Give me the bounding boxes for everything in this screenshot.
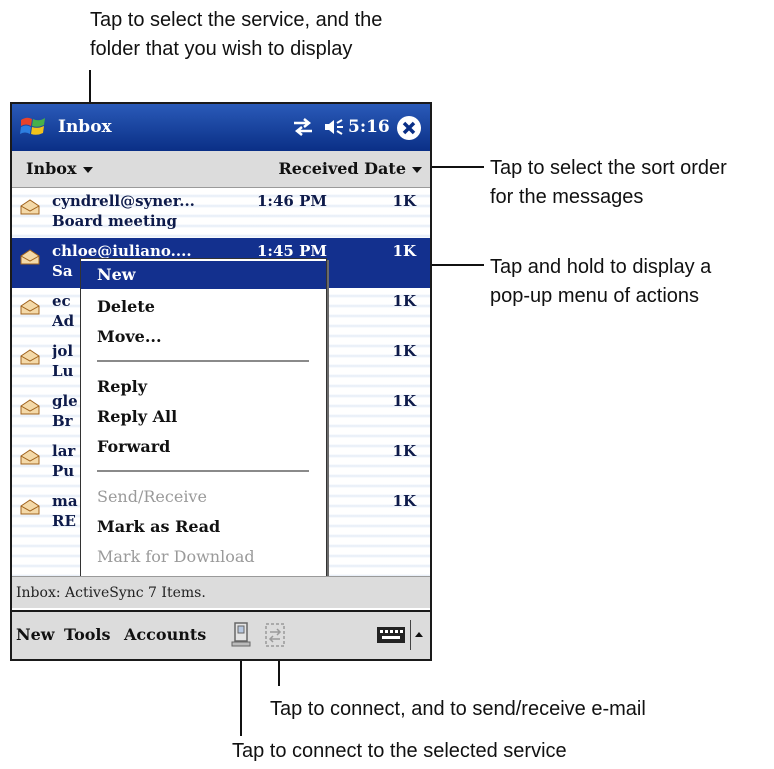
message-sender: cyndrell@syner... [52, 192, 195, 210]
status-bar: Inbox: ActiveSync 7 Items. [12, 576, 430, 608]
chevron-down-icon [412, 166, 422, 173]
envelope-icon [20, 349, 40, 365]
message-subject: Board meeting [52, 212, 177, 230]
caption-service-folder: Tap to select the service, and the folde… [90, 6, 382, 64]
folder-dropdown[interactable]: Inbox [26, 159, 93, 178]
leader-line-hold [428, 264, 484, 266]
envelope-icon [20, 249, 40, 265]
caption-service-folder-line2: folder that you wish to display [90, 38, 353, 60]
menu-item-move[interactable]: Move... [81, 323, 326, 351]
envelope-icon [20, 299, 40, 315]
message-time: 1:46 PM [257, 192, 327, 210]
accounts-menu[interactable]: Accounts [124, 625, 206, 644]
window-title: Inbox [58, 117, 112, 137]
title-bar: Inbox 5:16 [12, 104, 430, 151]
menu-item-reply[interactable]: Reply [81, 373, 326, 401]
message-size: 1K [392, 342, 416, 360]
message-size: 1K [392, 392, 416, 410]
menu-item-reply-all[interactable]: Reply All [81, 403, 326, 431]
caption-sort-line1: Tap to select the sort order [490, 157, 727, 179]
folder-label: Inbox [26, 159, 77, 178]
context-menu: New Delete Move... Reply Reply All Forwa… [80, 258, 327, 578]
menu-item-forward[interactable]: Forward [81, 433, 326, 461]
caption-sort-line2: for the messages [490, 186, 644, 208]
envelope-icon [20, 449, 40, 465]
caption-sort-order: Tap to select the sort order for the mes… [490, 154, 727, 212]
connect-icon[interactable] [230, 620, 254, 650]
caption-service-folder-line1: Tap to select the service, and the [90, 9, 383, 31]
envelope-icon [20, 399, 40, 415]
keyboard-icon[interactable] [376, 624, 406, 646]
sort-dropdown[interactable]: Received Date [278, 159, 422, 178]
close-icon[interactable] [395, 114, 423, 142]
leader-line-connect [240, 654, 242, 736]
caption-connect-service: Tap to connect to the selected service [232, 740, 567, 762]
menu-item-mark-as-read[interactable]: Mark as Read [81, 513, 326, 541]
windows-flag-icon[interactable] [18, 112, 48, 142]
menu-separator [97, 470, 309, 472]
menu-item-new[interactable]: New [81, 261, 326, 289]
list-header: Inbox Received Date [12, 151, 430, 188]
menu-item-mark-for-download: Mark for Download [97, 547, 255, 566]
caption-tap-hold: Tap and hold to display a pop-up menu of… [490, 253, 711, 311]
menu-separator [97, 360, 309, 362]
message-size: 1K [392, 292, 416, 310]
clock[interactable]: 5:16 [348, 117, 390, 137]
message-row[interactable]: cyndrell@syner... Board meeting 1:46 PM … [12, 188, 430, 238]
send-receive-icon[interactable] [262, 620, 288, 650]
caption-hold-line2: pop-up menu of actions [490, 285, 700, 307]
menu-item-send-receive: Send/Receive [97, 487, 207, 506]
input-panel-arrow-icon[interactable] [410, 620, 427, 650]
envelope-icon [20, 499, 40, 515]
caption-hold-line1: Tap and hold to display a [490, 256, 712, 278]
sync-arrows-icon[interactable] [290, 116, 316, 138]
message-size: 1K [392, 492, 416, 510]
pocket-pc-screen: Inbox 5:16 Inbox Received Date cyndrell@… [10, 102, 432, 661]
menu-item-delete[interactable]: Delete [81, 293, 326, 321]
command-bar: New Tools Accounts [12, 610, 430, 659]
message-size: 1K [392, 242, 416, 260]
caption-connect-sendrecv: Tap to connect, and to send/receive e-ma… [270, 698, 646, 720]
speaker-icon[interactable] [322, 116, 346, 138]
tools-menu[interactable]: Tools [64, 625, 111, 644]
new-menu[interactable]: New [16, 625, 55, 644]
chevron-down-icon [82, 166, 93, 173]
message-size: 1K [392, 442, 416, 460]
envelope-icon [20, 199, 40, 215]
sort-label: Received Date [278, 159, 406, 178]
message-size: 1K [392, 192, 416, 210]
